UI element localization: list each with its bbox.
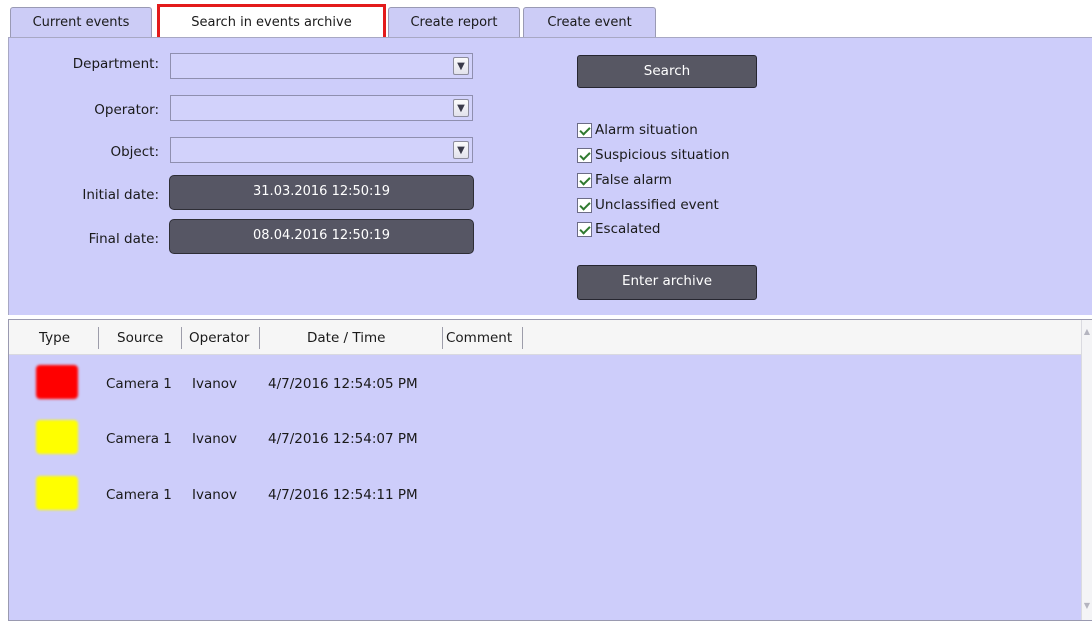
checkbox-checked-icon[interactable] (577, 172, 592, 188)
department-select[interactable]: ▼ (170, 53, 473, 79)
column-divider[interactable] (442, 327, 443, 349)
object-label: Object: (110, 144, 159, 160)
checkbox-checked-icon[interactable] (577, 147, 592, 163)
checkbox-label: False alarm (595, 172, 672, 188)
unclassified-event-checkbox[interactable]: Unclassified event (577, 194, 719, 216)
scroll-down-icon[interactable]: ▼ (1082, 600, 1092, 612)
search-filter-panel: Department: ▼ Operator: ▼ Object: ▼ Init… (8, 37, 1092, 315)
initial-date-label: Initial date: (82, 187, 159, 203)
checkbox-checked-icon[interactable] (577, 221, 592, 237)
operator-select[interactable]: ▼ (170, 95, 473, 121)
suspicious-situation-checkbox[interactable]: Suspicious situation (577, 144, 730, 166)
tab-label: Create event (547, 15, 632, 30)
tab-current-events[interactable]: Current events (10, 7, 152, 37)
row-datetime: 4/7/2016 12:54:05 PM (268, 376, 418, 392)
tab-bar: Current events Search in events archive … (0, 0, 1092, 41)
column-header-operator[interactable]: Operator (189, 330, 249, 346)
row-operator: Ivanov (192, 376, 238, 392)
checkbox-label: Alarm situation (595, 122, 698, 138)
tab-label: Current events (32, 15, 130, 30)
department-label: Department: (72, 56, 159, 72)
row-source: Camera 1 (106, 487, 172, 503)
column-divider[interactable] (259, 327, 260, 349)
tab-create-report[interactable]: Create report (388, 7, 520, 37)
row-operator: Ivanov (192, 431, 238, 447)
column-header-comment[interactable]: Comment (446, 330, 512, 346)
alarm-situation-checkbox[interactable]: Alarm situation (577, 119, 698, 141)
tab-label: Search in events archive (191, 14, 352, 30)
checkbox-label: Unclassified event (595, 197, 719, 213)
table-row[interactable]: Camera 1 Ivanov 4/7/2016 12:54:07 PM (9, 417, 1081, 461)
event-type-swatch (36, 476, 78, 510)
escalated-checkbox[interactable]: Escalated (577, 218, 660, 240)
row-datetime: 4/7/2016 12:54:11 PM (268, 487, 418, 503)
chevron-down-icon[interactable]: ▼ (453, 99, 469, 117)
column-divider[interactable] (98, 327, 99, 349)
events-results-list: Type Source Operator Date / Time Comment… (8, 319, 1092, 621)
final-date-field[interactable]: 08.04.2016 12:50:19 (169, 219, 474, 254)
final-date-label: Final date: (88, 231, 159, 247)
tab-label: Create report (410, 15, 498, 30)
chevron-down-icon[interactable]: ▼ (453, 141, 469, 159)
checkbox-checked-icon[interactable] (577, 197, 592, 213)
row-source: Camera 1 (106, 376, 172, 392)
enter-archive-button[interactable]: Enter archive (577, 265, 757, 300)
table-row[interactable]: Camera 1 Ivanov 4/7/2016 12:54:11 PM (9, 473, 1081, 517)
scroll-up-icon[interactable]: ▲ (1082, 326, 1092, 338)
event-type-swatch (36, 420, 78, 454)
row-source: Camera 1 (106, 431, 172, 447)
search-button[interactable]: Search (577, 55, 757, 88)
table-header: Type Source Operator Date / Time Comment (9, 320, 1081, 355)
row-operator: Ivanov (192, 487, 238, 503)
false-alarm-checkbox[interactable]: False alarm (577, 169, 672, 191)
column-header-source[interactable]: Source (117, 330, 163, 346)
operator-label: Operator: (94, 102, 159, 118)
checkbox-label: Escalated (595, 221, 661, 237)
chevron-down-icon[interactable]: ▼ (453, 57, 469, 75)
object-select[interactable]: ▼ (170, 137, 473, 163)
tab-create-event[interactable]: Create event (523, 7, 656, 37)
initial-date-field[interactable]: 31.03.2016 12:50:19 (169, 175, 474, 210)
table-row[interactable]: Camera 1 Ivanov 4/7/2016 12:54:05 PM (9, 362, 1081, 406)
column-divider[interactable] (522, 327, 523, 349)
vertical-scrollbar[interactable]: ▲ ▼ (1081, 320, 1092, 620)
column-header-datetime[interactable]: Date / Time (307, 330, 385, 346)
checkbox-checked-icon[interactable] (577, 122, 592, 138)
event-type-swatch (36, 365, 78, 399)
row-datetime: 4/7/2016 12:54:07 PM (268, 431, 418, 447)
column-divider[interactable] (181, 327, 182, 349)
column-header-type[interactable]: Type (39, 330, 70, 346)
checkbox-label: Suspicious situation (595, 147, 730, 163)
tab-search-in-events-archive[interactable]: Search in events archive (159, 5, 384, 38)
